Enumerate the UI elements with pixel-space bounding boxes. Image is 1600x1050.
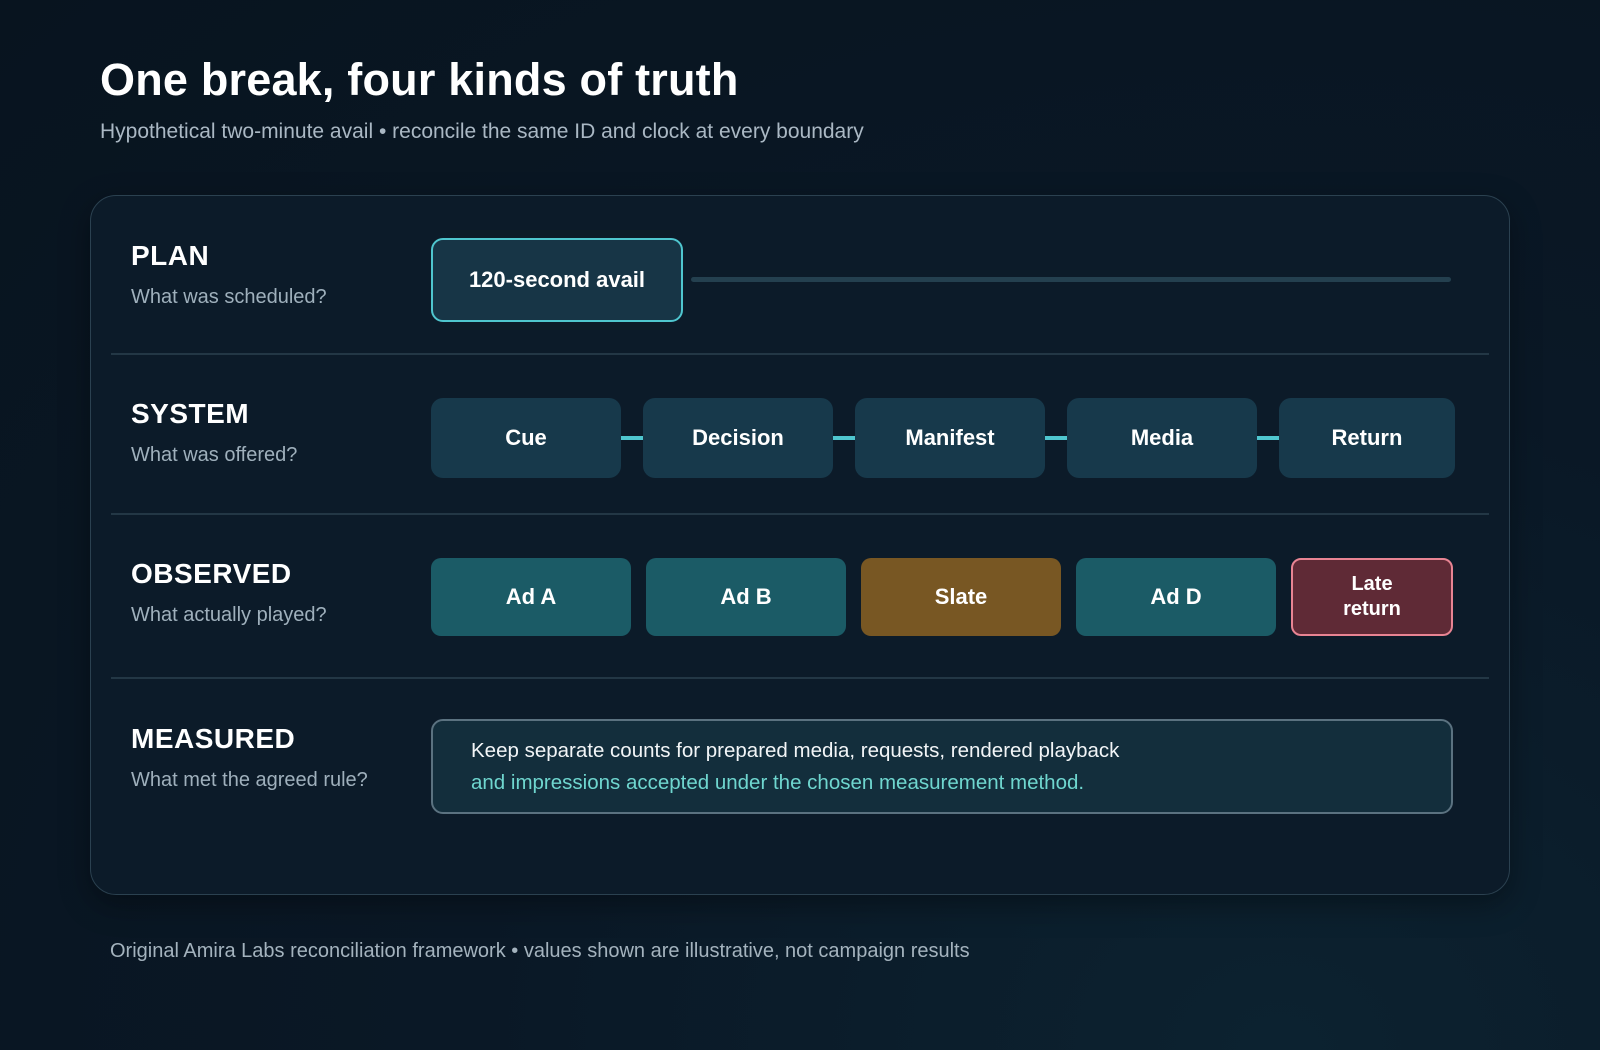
system-title: SYSTEM: [131, 398, 250, 429]
row-divider: [111, 513, 1489, 515]
measured-note-box: Keep separate counts for prepared media,…: [431, 719, 1453, 814]
page-subtitle: Hypothetical two-minute avail • reconcil…: [100, 120, 864, 143]
system-step-cue: Cue: [431, 398, 621, 478]
plan-title: PLAN: [131, 240, 210, 271]
observed-slate: Slate: [861, 558, 1061, 636]
row-divider: [111, 353, 1489, 355]
measured-question: What met the agreed rule?: [131, 769, 368, 791]
observed-late-return: Late return: [1291, 558, 1453, 636]
late-return-line2: return: [1343, 598, 1401, 620]
observed-ad-a: Ad A: [431, 558, 631, 636]
plan-question: What was scheduled?: [131, 286, 327, 308]
row-divider: [111, 677, 1489, 679]
system-connector: [833, 436, 855, 440]
observed-ad-b: Ad B: [646, 558, 846, 636]
measured-note-line2: and impressions accepted under the chose…: [471, 771, 1085, 794]
system-step-decision: Decision: [643, 398, 833, 478]
measured-title: MEASURED: [131, 723, 296, 754]
system-connector: [1257, 436, 1279, 440]
observed-row-label: OBSERVED What actually played?: [131, 558, 327, 627]
plan-avail-box: 120-second avail: [431, 238, 683, 322]
observed-ad-d: Ad D: [1076, 558, 1276, 636]
footnote: Original Amira Labs reconciliation frame…: [110, 940, 970, 962]
system-connector: [621, 436, 643, 440]
measured-row-label: MEASURED What met the agreed rule?: [131, 723, 368, 792]
observed-question: What actually played?: [131, 604, 327, 626]
system-step-media: Media: [1067, 398, 1257, 478]
plan-row-label: PLAN What was scheduled?: [131, 240, 327, 309]
system-step-manifest: Manifest: [855, 398, 1045, 478]
system-question: What was offered?: [131, 444, 298, 466]
page-title: One break, four kinds of truth: [100, 54, 739, 105]
system-step-return: Return: [1279, 398, 1455, 478]
system-row-label: SYSTEM What was offered?: [131, 398, 297, 467]
late-return-line1: Late: [1351, 573, 1393, 595]
plan-timeline-line: [691, 277, 1451, 282]
reconciliation-panel: PLAN What was scheduled? 120-second avai…: [90, 195, 1510, 895]
observed-title: OBSERVED: [131, 558, 292, 589]
system-connector: [1045, 436, 1067, 440]
measured-note-line1: Keep separate counts for prepared media,…: [471, 739, 1120, 762]
